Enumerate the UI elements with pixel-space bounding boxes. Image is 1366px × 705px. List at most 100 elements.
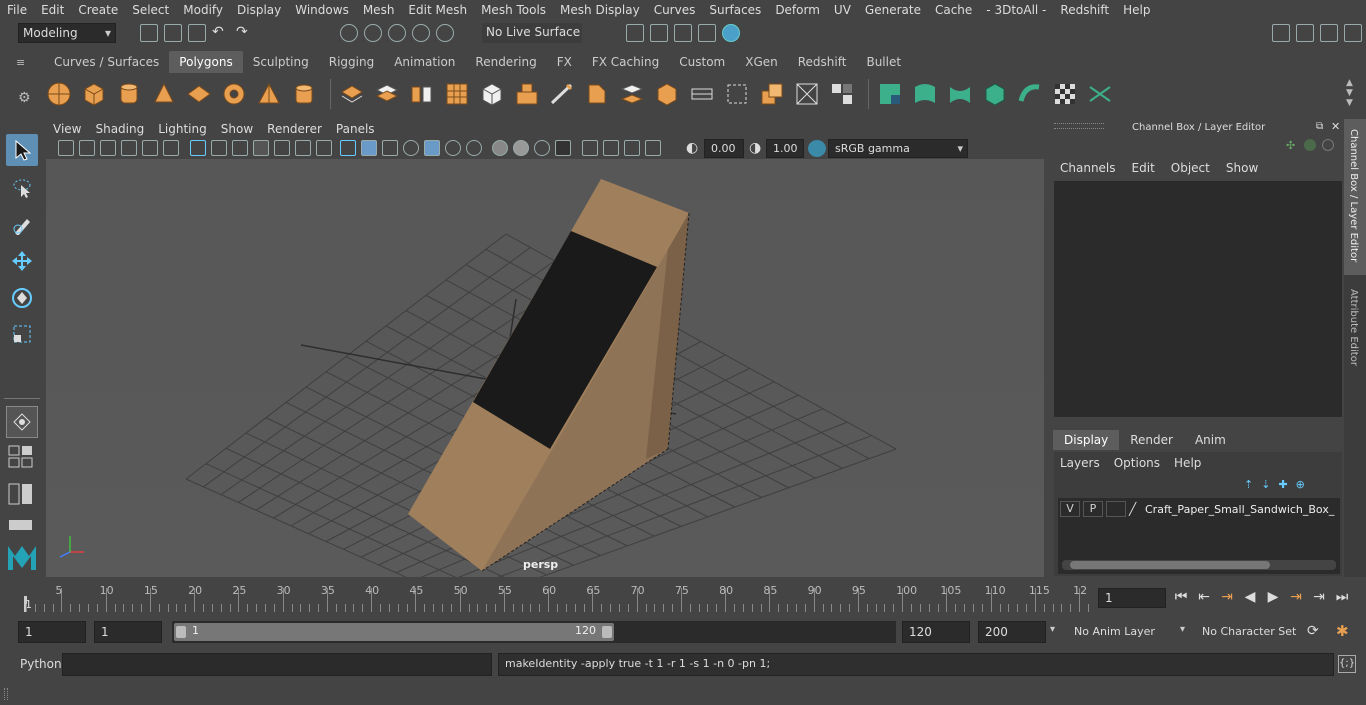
viewport-menu-item[interactable]: Panels [329,122,382,136]
new-layer-icon[interactable]: ✚ [1278,478,1287,491]
attribute-editor-icon[interactable] [1296,24,1314,42]
play-backward-icon[interactable]: ◀ [1241,588,1259,606]
playback-start-field[interactable]: 1 [94,621,162,643]
snap-surface-icon[interactable] [436,24,454,42]
channel-box-menu-item[interactable]: Channels [1054,161,1122,175]
poly-sphere-icon[interactable] [44,79,74,109]
menu-item[interactable]: Cache [928,3,979,17]
gate-mask-icon[interactable] [253,140,269,156]
wireframe-icon[interactable] [340,140,356,156]
camera-attributes-icon[interactable] [79,140,95,156]
range-slider[interactable]: 1 120 [172,621,896,643]
show-manipulator-icon[interactable] [6,406,38,438]
anti-aliasing-icon[interactable] [513,140,529,156]
fill-hole-icon[interactable] [652,79,682,109]
channel-box-menu-item[interactable]: Edit [1126,161,1161,175]
bevel-icon[interactable] [582,79,612,109]
snap-curve-icon[interactable] [364,24,382,42]
combine-icon[interactable] [337,79,367,109]
chevron-down-icon[interactable]: ▾ [1180,624,1185,635]
viewport-menu-item[interactable]: Show [214,122,260,136]
field-chart-icon[interactable] [274,140,290,156]
ambient-occlusion-icon[interactable] [466,140,482,156]
layer-color-icon[interactable]: ╱ [1129,502,1143,516]
menu-item[interactable]: Mesh [356,3,402,17]
move-layer-down-icon[interactable]: ⇣ [1261,478,1270,491]
menu-item[interactable]: Deform [768,3,827,17]
exposure-field[interactable]: 0.00 [704,139,744,158]
go-to-end-icon[interactable]: ⏭ [1333,588,1351,606]
menu-item[interactable]: Mesh Tools [474,3,553,17]
colorspace-dropdown[interactable]: sRGB gamma ▾ [828,139,968,158]
uv-unfold-icon[interactable] [1015,79,1045,109]
save-scene-icon[interactable] [188,24,206,42]
channel-list[interactable] [1054,181,1342,417]
menu-item[interactable]: Modify [176,3,230,17]
menu-item[interactable]: Create [71,3,125,17]
mode-dropdown[interactable]: Modeling ▾ [18,23,116,43]
uv-cylindrical-icon[interactable] [910,79,940,109]
shelf-tab[interactable]: FX Caching [582,51,669,73]
sandwich-box-model[interactable] [408,179,690,572]
layer-menu-item[interactable]: Options [1108,456,1166,470]
ipr-render-icon[interactable] [650,24,668,42]
layer-playback-toggle[interactable]: P [1083,501,1103,517]
layer-name[interactable]: Craft_Paper_Small_Sandwich_Box_001 [1145,503,1335,516]
channel-box-menu-item[interactable]: Object [1165,161,1216,175]
render-frame-icon[interactable] [626,24,644,42]
render-settings-icon[interactable] [674,24,692,42]
safe-action-icon[interactable] [295,140,311,156]
shelf-menu-icon[interactable]: ≡ [16,56,36,70]
snap-grid-icon[interactable] [340,24,358,42]
layer-menu-item[interactable]: Layers [1054,456,1106,470]
xray-active-icon[interactable] [624,140,640,156]
layer-scroll-thumb[interactable] [1070,561,1270,569]
bridge-icon[interactable] [617,79,647,109]
render-view-icon[interactable] [722,24,740,42]
menu-item[interactable]: Redshift [1053,3,1116,17]
time-slider[interactable]: 1 5 10 15 20 25 30 35 40 45 50 55 60 65 70 75 80 85 90 95 1… [0,578,1366,618]
chevron-down-icon[interactable]: ▾ [1050,624,1055,635]
shelf-tab[interactable]: Animation [384,51,465,73]
shelf-tab[interactable]: Curves / Surfaces [44,51,169,73]
shelf-tab[interactable]: Rigging [319,51,384,73]
step-back-key-icon[interactable]: ⇤ [1195,588,1213,606]
modeling-toolkit-icon[interactable] [1272,24,1290,42]
shelf-scroll-arrows[interactable]: ▲ ▼ ▼ [1346,78,1353,108]
smooth-shade-icon[interactable] [361,140,377,156]
smooth-icon[interactable] [442,79,472,109]
move-tool-icon[interactable] [6,245,38,277]
bookmark-icon[interactable] [100,140,116,156]
viewport-menu-item[interactable]: Renderer [260,122,329,136]
image-plane-icon[interactable] [121,140,137,156]
menu-item[interactable]: File [0,3,34,17]
snap-point-icon[interactable] [388,24,406,42]
poly-cylinder-icon[interactable] [114,79,144,109]
live-surface-field[interactable]: No Live Surface [482,23,582,43]
color-management-icon[interactable] [808,140,826,157]
multi-cut-icon[interactable] [547,79,577,109]
range-end-handle[interactable] [602,626,612,638]
poly-cube-icon[interactable] [79,79,109,109]
prev-key-icon[interactable]: ⇥ [1218,588,1236,606]
menu-item[interactable]: Windows [288,3,356,17]
paint-select-icon[interactable] [6,208,38,240]
snap-view-icon[interactable] [412,24,430,42]
menu-item[interactable]: Surfaces [702,3,768,17]
menu-item[interactable]: Help [1116,3,1157,17]
current-frame-field[interactable]: 1 [1098,588,1166,608]
menu-item[interactable]: Generate [858,3,928,17]
motion-blur-icon[interactable] [492,140,508,156]
anim-layer-dropdown[interactable]: No Anim Layer [1068,621,1172,643]
select-camera-icon[interactable] [58,140,74,156]
step-forward-key-icon[interactable]: ⇥ [1310,588,1328,606]
shelf-settings-icon[interactable]: ⚙ [18,90,31,106]
animation-preferences-icon[interactable]: ✱ [1336,622,1349,640]
extrude-icon[interactable] [512,79,542,109]
layout-split-icon[interactable] [8,482,36,508]
film-gate-icon[interactable] [211,140,227,156]
menu-item[interactable]: Select [125,3,176,17]
lasso-tool-icon[interactable] [6,172,38,204]
tool-settings-icon[interactable] [1320,24,1338,42]
perspective-viewport[interactable]: persp [46,159,1044,577]
